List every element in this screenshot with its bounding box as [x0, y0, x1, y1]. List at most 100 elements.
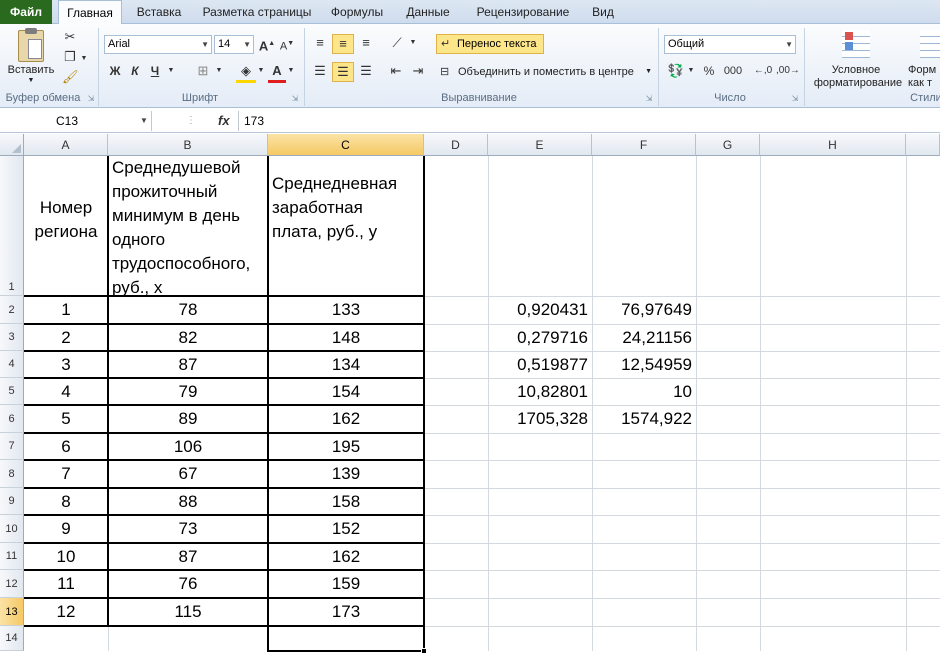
- fill-handle[interactable]: [421, 648, 427, 654]
- clipboard-launcher-icon[interactable]: ⇲: [86, 94, 96, 104]
- table-cell-n[interactable]: 6: [24, 433, 108, 460]
- row-header-3[interactable]: 3: [0, 324, 24, 351]
- table-cell-y[interactable]: 159: [268, 570, 424, 598]
- bold-button[interactable]: Ж: [106, 62, 124, 80]
- table-cell-n[interactable]: 4: [24, 378, 108, 405]
- paste-button[interactable]: Вставить: [4, 64, 58, 76]
- column-header-a[interactable]: A: [24, 134, 108, 156]
- row-header-12[interactable]: 12: [0, 570, 24, 598]
- column-header-e[interactable]: E: [488, 134, 592, 156]
- table-cell-y[interactable]: 139: [268, 460, 424, 488]
- table-cell-x[interactable]: 76: [108, 570, 268, 598]
- table-cell-y[interactable]: 134: [268, 351, 424, 378]
- paste-icon[interactable]: [18, 28, 44, 62]
- format-as-table-label-1[interactable]: Форм: [908, 64, 940, 76]
- number-launcher-icon[interactable]: ⇲: [790, 94, 800, 104]
- row-header-7[interactable]: 7: [0, 433, 24, 460]
- align-top-icon[interactable]: ≡: [310, 34, 330, 52]
- decrease-decimal-icon[interactable]: ,00→: [776, 62, 800, 80]
- tab-page-layout[interactable]: Разметка страницы: [196, 0, 318, 24]
- table-cell-n[interactable]: 5: [24, 405, 108, 433]
- font-name-select[interactable]: Arial ▼: [104, 35, 212, 54]
- column-header-d[interactable]: D: [424, 134, 488, 156]
- increase-font-icon[interactable]: A▲: [258, 35, 276, 55]
- column-header-b[interactable]: B: [108, 134, 268, 156]
- table-cell-x[interactable]: 87: [108, 543, 268, 570]
- table-cell-y[interactable]: 195: [268, 433, 424, 460]
- fill-dropdown-icon[interactable]: ▼: [256, 62, 266, 80]
- select-all-corner[interactable]: [0, 134, 24, 156]
- header-cell-b[interactable]: Среднедушевой прожиточный минимум в день од…: [108, 156, 268, 297]
- table-cell-y[interactable]: 158: [268, 488, 424, 515]
- row-header-4[interactable]: 4: [0, 351, 24, 378]
- table-cell-n[interactable]: 8: [24, 488, 108, 515]
- column-header-f[interactable]: F: [592, 134, 696, 156]
- regression-cell-f[interactable]: 1574,922: [592, 405, 696, 433]
- row-header-10[interactable]: 10: [0, 515, 24, 543]
- column-header-partial[interactable]: [906, 134, 940, 156]
- column-header-c[interactable]: C: [268, 134, 424, 156]
- conditional-format-label-1[interactable]: Условное: [810, 64, 902, 76]
- regression-cell-f[interactable]: 24,21156: [592, 324, 696, 351]
- borders-icon[interactable]: ⊞: [192, 62, 214, 80]
- tab-review[interactable]: Рецензирование: [466, 0, 580, 24]
- table-cell-x[interactable]: 89: [108, 405, 268, 433]
- row-header-6[interactable]: 6: [0, 405, 24, 433]
- paste-dropdown-icon[interactable]: ▼: [24, 77, 38, 84]
- table-cell-n[interactable]: 12: [24, 598, 108, 626]
- table-cell-n[interactable]: 2: [24, 324, 108, 351]
- tab-file[interactable]: Файл: [0, 0, 52, 24]
- table-cell-y[interactable]: 162: [268, 543, 424, 570]
- row-header-1[interactable]: 1: [0, 156, 24, 296]
- table-cell-x[interactable]: 106: [108, 433, 268, 460]
- table-cell-n[interactable]: 11: [24, 570, 108, 598]
- wrap-text-button[interactable]: ↵ Перенос текста: [436, 34, 544, 54]
- align-bottom-icon[interactable]: ≡: [356, 34, 376, 52]
- alignment-launcher-icon[interactable]: ⇲: [644, 94, 654, 104]
- orientation-icon[interactable]: ⟋: [386, 34, 408, 52]
- currency-format-icon[interactable]: 💱: [666, 62, 686, 80]
- align-center-icon[interactable]: ☰: [332, 62, 354, 82]
- table-cell-n[interactable]: 3: [24, 351, 108, 378]
- name-box-dropdown-icon[interactable]: ▼: [140, 111, 148, 131]
- thousands-button[interactable]: 000: [720, 62, 746, 80]
- row-header-11[interactable]: 11: [0, 543, 24, 570]
- format-as-table-icon[interactable]: [920, 30, 940, 58]
- tab-data[interactable]: Данные: [398, 0, 458, 24]
- tab-insert[interactable]: Вставка: [128, 0, 190, 24]
- table-cell-n[interactable]: 10: [24, 543, 108, 570]
- formula-input[interactable]: 173: [244, 111, 264, 131]
- conditional-format-icon[interactable]: [842, 30, 870, 58]
- format-painter-icon[interactable]: 🖌: [62, 68, 79, 86]
- align-middle-icon[interactable]: ≡: [332, 34, 354, 54]
- table-cell-n[interactable]: 9: [24, 515, 108, 543]
- borders-dropdown-icon[interactable]: ▼: [214, 62, 224, 80]
- regression-cell-e[interactable]: 10,82801: [488, 378, 592, 405]
- column-header-g[interactable]: G: [696, 134, 760, 156]
- table-cell-y[interactable]: 154: [268, 378, 424, 405]
- regression-cell-f[interactable]: 12,54959: [592, 351, 696, 378]
- table-cell-x[interactable]: 79: [108, 378, 268, 405]
- table-cell-y[interactable]: 148: [268, 324, 424, 351]
- cut-icon[interactable]: ✂: [62, 28, 78, 46]
- conditional-format-label-2[interactable]: форматирование: [806, 77, 910, 89]
- regression-cell-f[interactable]: 10: [592, 378, 696, 405]
- underline-dropdown-icon[interactable]: ▼: [166, 62, 176, 80]
- regression-cell-e[interactable]: 1705,328: [488, 405, 592, 433]
- column-header-h[interactable]: H: [760, 134, 906, 156]
- decrease-indent-icon[interactable]: ⇤: [386, 62, 406, 80]
- regression-cell-e[interactable]: 0,279716: [488, 324, 592, 351]
- currency-dropdown-icon[interactable]: ▼: [686, 62, 696, 80]
- tab-view[interactable]: Вид: [588, 0, 618, 24]
- font-size-select[interactable]: 14 ▼: [214, 35, 254, 54]
- row-header-2[interactable]: 2: [0, 296, 24, 324]
- row-header-9[interactable]: 9: [0, 488, 24, 515]
- regression-cell-e[interactable]: 0,519877: [488, 351, 592, 378]
- table-cell-x[interactable]: 115: [108, 598, 268, 626]
- decrease-font-icon[interactable]: A▼: [278, 35, 296, 56]
- name-box[interactable]: C13: [0, 111, 152, 131]
- row-header-5[interactable]: 5: [0, 378, 24, 405]
- tab-home[interactable]: Главная: [58, 0, 122, 25]
- table-cell-y[interactable]: 173: [268, 598, 424, 626]
- fill-color-icon[interactable]: ◈: [236, 62, 256, 83]
